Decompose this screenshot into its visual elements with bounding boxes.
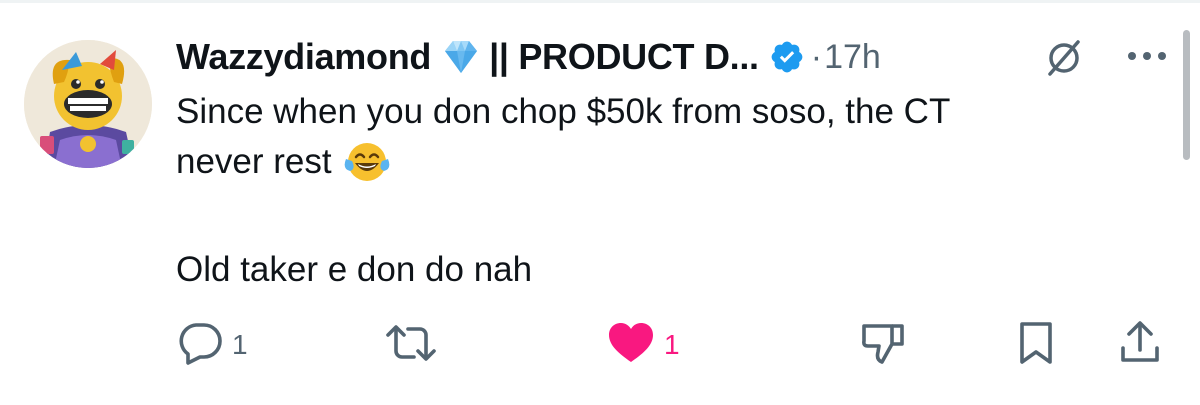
repost-button[interactable]	[384, 322, 438, 368]
tears-of-joy-emoji	[344, 141, 390, 183]
author-name[interactable]: Wazzydiamond	[176, 36, 431, 78]
like-button[interactable]: 1	[606, 322, 680, 368]
top-divider	[0, 0, 1200, 3]
post-header: Wazzydiamond || PRODUCT D... · 17h	[176, 32, 881, 82]
dislike-icon	[858, 320, 908, 371]
heart-icon	[606, 321, 656, 370]
verified-badge-icon[interactable]	[769, 39, 805, 75]
reply-icon	[176, 321, 224, 370]
post-text-line-2: never rest	[176, 138, 390, 186]
reply-count: 1	[232, 329, 248, 360]
avatar-image	[24, 40, 152, 168]
post-time[interactable]: 17h	[824, 38, 881, 77]
post-text-line-2-text: never rest	[176, 142, 332, 181]
avatar[interactable]	[24, 40, 152, 168]
scrollbar[interactable]	[1183, 30, 1190, 160]
separator-dot: ·	[810, 37, 823, 76]
post-text-line-3: Old taker e don do nah	[176, 250, 533, 289]
bookmark-icon	[1016, 320, 1056, 371]
repost-icon	[384, 321, 438, 370]
dislike-button[interactable]	[858, 322, 908, 368]
reply-button[interactable]: 1	[176, 322, 248, 368]
post-text-line-1: Since when you don chop $50k from soso, …	[176, 92, 951, 131]
more-icon[interactable]	[1124, 44, 1170, 68]
grok-icon[interactable]	[1044, 38, 1084, 78]
blue-diamond-emoji	[441, 39, 481, 75]
share-button[interactable]	[1118, 320, 1162, 371]
share-icon	[1118, 320, 1162, 371]
author-title: || PRODUCT D...	[489, 36, 759, 77]
like-count: 1	[664, 329, 680, 360]
bookmark-button[interactable]	[1016, 320, 1056, 371]
